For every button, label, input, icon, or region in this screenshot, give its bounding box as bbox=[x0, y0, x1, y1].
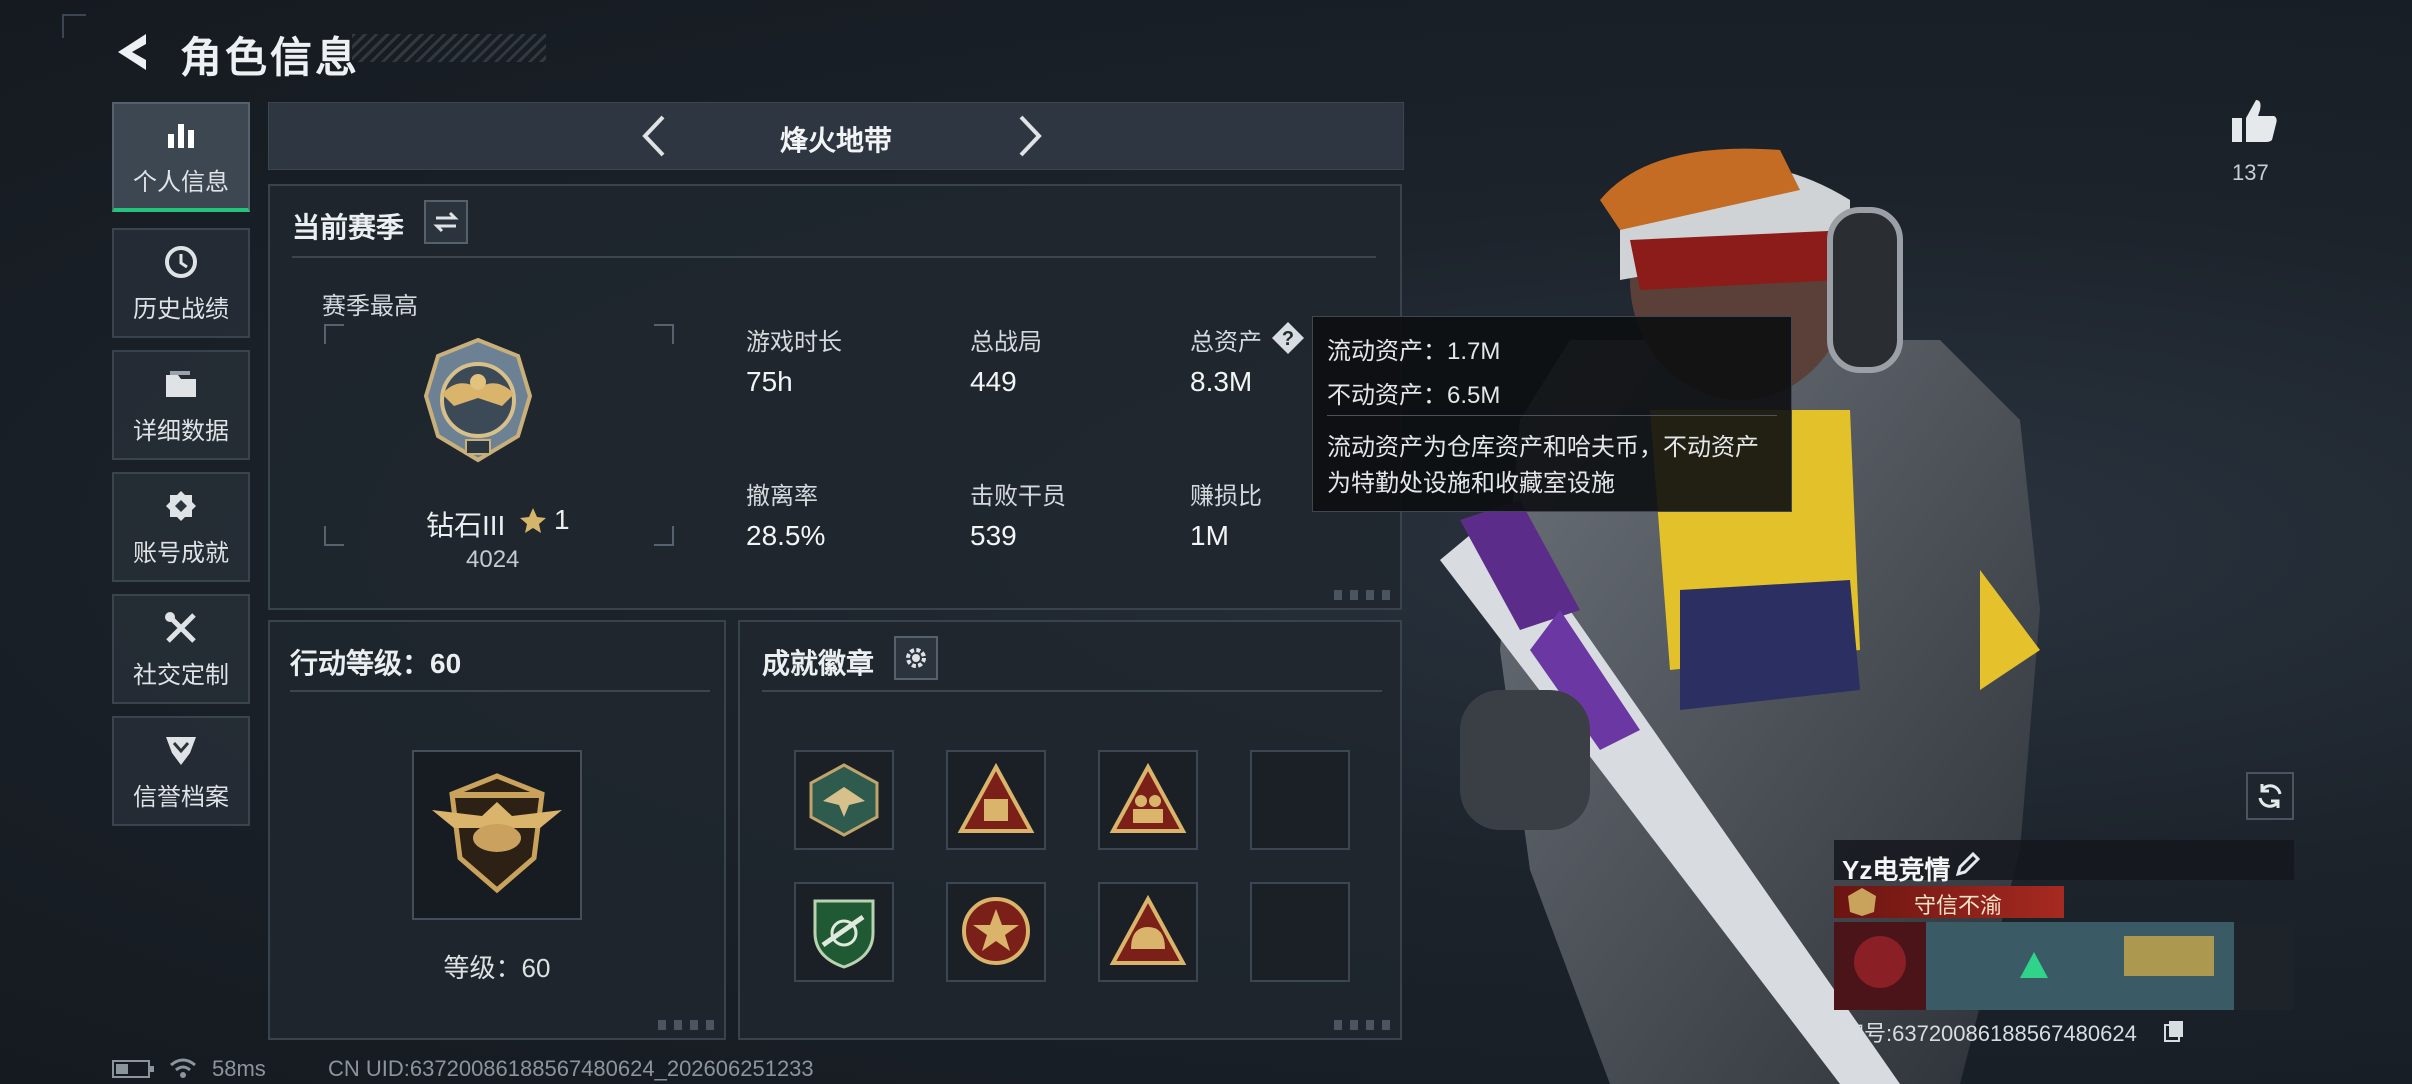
badge-slot-empty[interactable] bbox=[1250, 882, 1350, 982]
battery-icon bbox=[112, 1060, 154, 1078]
stat-label: 总战局 bbox=[970, 329, 1042, 356]
page-title: 角色信息 bbox=[180, 34, 361, 81]
level-title: 行动等级：60 bbox=[290, 648, 462, 679]
wrench-screwdriver-icon bbox=[165, 611, 196, 643]
sidebar-item-achievements[interactable]: 账号成就 bbox=[112, 472, 250, 582]
season-best-label: 赛季最高 bbox=[322, 293, 418, 320]
stat-value: 1M bbox=[1190, 520, 1229, 551]
divider bbox=[1327, 415, 1777, 416]
corner-decoration bbox=[658, 1020, 714, 1030]
badge-slot-empty[interactable] bbox=[1250, 750, 1350, 850]
ping-value: 58ms bbox=[212, 1056, 266, 1081]
chevron-right-icon[interactable] bbox=[1003, 111, 1053, 161]
title-tag: 守信不渝 bbox=[1914, 893, 2003, 918]
copy-icon[interactable] bbox=[2162, 1018, 2186, 1042]
star-seal-badge-icon bbox=[962, 897, 1030, 965]
stat-value: 539 bbox=[970, 520, 1017, 551]
soldiers-badge-icon bbox=[1109, 762, 1187, 833]
badge-slot[interactable] bbox=[794, 750, 894, 850]
tooltip-description: 流动资产为仓库资产和哈夫币，不动资产 bbox=[1327, 434, 1759, 461]
stat-label: 撤离率 bbox=[746, 483, 818, 510]
title-emblem-icon bbox=[1848, 888, 1876, 916]
bird-badge-icon bbox=[809, 763, 879, 837]
helicopter-emblem-icon bbox=[432, 773, 562, 894]
sidebar-item-label: 历史战绩 bbox=[133, 295, 229, 323]
season-title: 当前赛季 bbox=[292, 212, 405, 243]
player-name-card: Yz电竞情 守信不渝 编号:6372008618856748062​4 bbox=[1834, 840, 2294, 1046]
badge-slot[interactable] bbox=[946, 750, 1046, 850]
mode-selector: 烽火地带 bbox=[268, 102, 1404, 170]
sidebar-item-label: 个人信息 bbox=[133, 168, 229, 196]
title-decoration bbox=[352, 34, 546, 62]
season-panel: 当前赛季 赛季最高 钻石III 1 4024 游戏时长 75h 总战局 449 … bbox=[268, 184, 1402, 610]
badge-slot[interactable] bbox=[946, 882, 1046, 982]
sidebar-item-label: 账号成就 bbox=[133, 539, 229, 567]
level-panel: 行动等级：60 等级：60 bbox=[268, 620, 726, 1040]
mode-label: 烽火地带 bbox=[779, 125, 892, 156]
back-arrow-icon[interactable] bbox=[110, 28, 158, 76]
refresh-icon bbox=[2258, 784, 2282, 808]
tooltip-fixed-assets: 不动资产：6.5M bbox=[1327, 382, 1501, 409]
stat-value: 75h bbox=[746, 366, 793, 397]
rank-points: 4024 bbox=[466, 546, 520, 573]
divider bbox=[292, 256, 1376, 258]
stat-value: 8.3M bbox=[1190, 366, 1253, 397]
swap-arrows-icon bbox=[433, 211, 459, 233]
level-caption: 等级：60 bbox=[443, 953, 551, 983]
stat-value: 28.5% bbox=[746, 520, 826, 551]
help-icon[interactable]: ? bbox=[1270, 320, 1306, 356]
stat-label: 击败干员 bbox=[970, 483, 1066, 510]
divider bbox=[290, 690, 710, 692]
player-id: 编号:6372008618856748062​4 bbox=[1842, 1021, 2137, 1046]
badge-slot[interactable] bbox=[1098, 750, 1198, 850]
medal-icon bbox=[166, 490, 196, 521]
swap-season-button[interactable] bbox=[424, 200, 468, 244]
helmet-badge-icon bbox=[1109, 894, 1187, 965]
assets-tooltip: 流动资产：1.7M 不动资产：6.5M 流动资产为仓库资产和哈夫币，不动资产 为… bbox=[1312, 316, 1792, 512]
gear-icon bbox=[906, 648, 926, 668]
divider bbox=[762, 690, 1382, 692]
sidebar-item-reputation[interactable]: 信誉档案 bbox=[112, 716, 250, 826]
sidebar-item-history[interactable]: 历史战绩 bbox=[112, 228, 250, 338]
sidebar-item-label: 信誉档案 bbox=[133, 783, 229, 811]
sidebar-item-details[interactable]: 详细数据 bbox=[112, 350, 250, 460]
like-count: 137 bbox=[2232, 160, 2269, 185]
corner-decoration bbox=[62, 14, 86, 38]
sidebar-item-social[interactable]: 社交定制 bbox=[112, 594, 250, 704]
profile-banner-image bbox=[1834, 922, 2294, 1010]
stat-label: 游戏时长 bbox=[746, 329, 842, 356]
rank-stars: 1 bbox=[554, 504, 570, 535]
rank-emblem-icon bbox=[423, 337, 533, 463]
thumbs-up-icon[interactable] bbox=[2228, 96, 2280, 148]
stat-value: 449 bbox=[970, 366, 1017, 397]
sidebar-item-label: 详细数据 bbox=[133, 417, 229, 445]
crate-badge-icon bbox=[957, 762, 1035, 833]
svg-text:?: ? bbox=[1282, 328, 1294, 350]
history-clock-icon bbox=[165, 245, 197, 278]
sidebar-item-label: 社交定制 bbox=[133, 661, 229, 689]
shield-chevron-icon bbox=[166, 736, 196, 765]
stat-label: 赚损比 bbox=[1190, 483, 1262, 510]
rifle-shield-badge-icon bbox=[813, 899, 875, 969]
badge-slot[interactable] bbox=[794, 882, 894, 982]
badge-slot[interactable] bbox=[1098, 882, 1198, 982]
uid-text: CN UID:637200861885674806​24_20260625123… bbox=[328, 1056, 814, 1081]
wifi-icon bbox=[170, 1058, 196, 1078]
tooltip-liquid-assets: 流动资产：1.7M bbox=[1327, 338, 1501, 365]
badge-title: 成就徽章 bbox=[762, 648, 875, 679]
stat-label: 总资产 bbox=[1190, 329, 1262, 356]
tooltip-description: 为特勤处设施和收藏室设施 bbox=[1327, 470, 1615, 497]
badge-panel: 成就徽章 bbox=[738, 620, 1402, 1040]
folder-icon bbox=[166, 370, 196, 397]
bar-chart-icon bbox=[168, 123, 194, 148]
refresh-button[interactable] bbox=[2246, 772, 2294, 820]
player-name: Yz电竞情 bbox=[1842, 855, 1951, 885]
badge-settings-button[interactable] bbox=[894, 636, 938, 680]
sidebar-item-profile[interactable]: 个人信息 bbox=[112, 102, 250, 212]
rank-name: 钻石III bbox=[426, 510, 506, 541]
star-icon bbox=[520, 508, 546, 533]
edit-pencil-icon[interactable] bbox=[1954, 850, 1982, 878]
